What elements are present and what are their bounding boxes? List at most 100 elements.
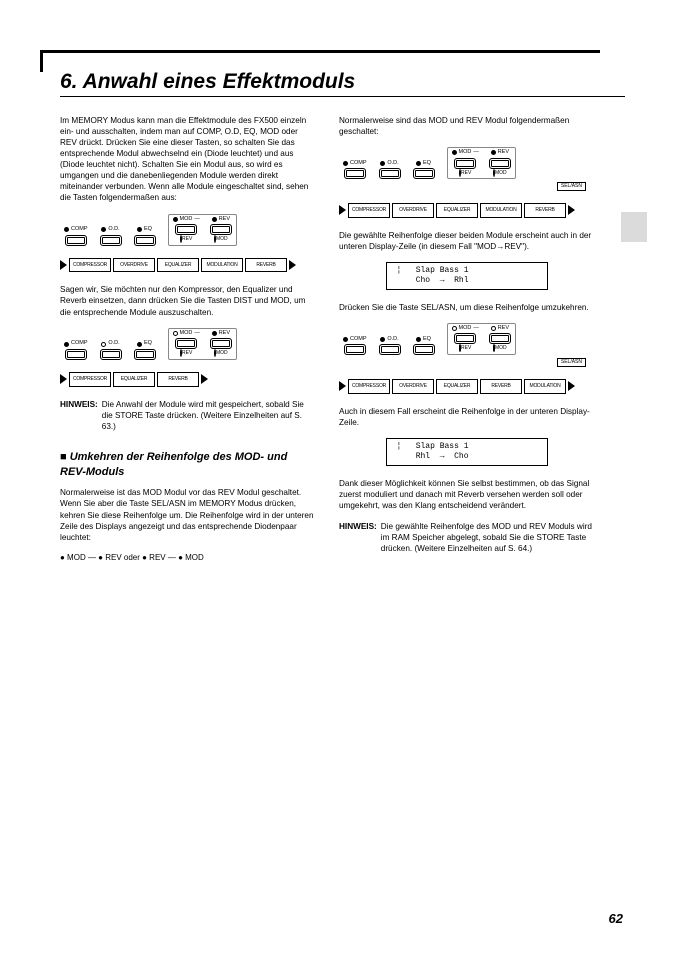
- chain-box: EQUALIZER: [436, 379, 478, 394]
- chain-box: REVERB: [480, 379, 522, 394]
- panel-button: [379, 168, 401, 179]
- btn-label: COMP: [350, 160, 367, 167]
- arrow-icon: [289, 260, 296, 270]
- page-number: 62: [609, 911, 623, 926]
- btn-label: O.D.: [108, 226, 119, 233]
- signal-chain-1: COMPRESSOR OVERDRIVE EQUALIZER MODULATIO…: [60, 258, 315, 273]
- chain-box: MODULATION: [480, 203, 522, 218]
- panel-button: [134, 235, 156, 246]
- left-column: Im MEMORY Modus kann man die Effektmodul…: [60, 115, 315, 574]
- btn-sublabel: MOD: [495, 345, 507, 351]
- btn-label: EQ: [423, 336, 431, 343]
- panel-button: [175, 338, 197, 349]
- led-sequence: ● MOD — ● REV oder ● REV — ● MOD: [60, 553, 315, 564]
- note-text: Die Anwahl der Module wird mit gespeiche…: [102, 399, 315, 432]
- signal-chain-3: COMPRESSOR OVERDRIVE EQUALIZER MODULATIO…: [339, 203, 594, 218]
- btn-label: EQ: [144, 340, 152, 347]
- chain-box: OVERDRIVE: [113, 258, 155, 273]
- button-panel-3: COMP O.D. EQ MOD— REV REV MOD SEL/ASN: [343, 147, 594, 191]
- chain-box: REVERB: [245, 258, 287, 273]
- lcd-display-1: ¦ Slap Bass 1 Cho → Rhl: [386, 262, 548, 290]
- panel-button: [210, 338, 232, 349]
- btn-label: REV: [219, 216, 230, 223]
- chain-box: COMPRESSOR: [69, 258, 111, 273]
- btn-label: O.D.: [387, 160, 398, 167]
- note-label: HINWEIS:: [339, 521, 377, 554]
- btn-label: O.D.: [108, 340, 119, 347]
- chain-box: COMPRESSOR: [348, 203, 390, 218]
- panel-button: [65, 235, 87, 246]
- right-column: Normalerweise sind das MOD und REV Modul…: [339, 115, 594, 574]
- panel-button: [454, 158, 476, 169]
- chain-box: OVERDRIVE: [392, 379, 434, 394]
- chain-box: REVERB: [524, 203, 566, 218]
- chain-box: EQUALIZER: [113, 372, 155, 387]
- note-label: HINWEIS:: [60, 399, 98, 432]
- button-panel-2: COMP O.D. EQ MOD— REV REV MOD: [64, 328, 315, 360]
- para: Die gewählte Reihenfolge dieser beiden M…: [339, 230, 594, 252]
- selasn-box: SEL/ASN: [557, 182, 586, 191]
- para: Drücken Sie die Taste SEL/ASN, um diese …: [339, 302, 594, 313]
- arrow-icon: [201, 374, 208, 384]
- btn-label: MOD: [180, 216, 193, 223]
- button-panel-4: COMP O.D. EQ MOD— REV REV MOD SEL/ASN: [343, 323, 594, 367]
- btn-label: MOD: [459, 149, 472, 156]
- btn-label: COMP: [71, 340, 88, 347]
- lcd-display-2: ¦ Slap Bass 1 Rhl → Cho: [386, 438, 548, 466]
- chain-box: REVERB: [157, 372, 199, 387]
- note-text: Die gewählte Reihenfolge des MOD und REV…: [381, 521, 594, 554]
- arrow-icon: [568, 381, 575, 391]
- panel-button: [413, 168, 435, 179]
- panel-button: [100, 235, 122, 246]
- panel-button: [413, 344, 435, 355]
- button-panel-1: COMP O.D. EQ MOD— REV REV MOD: [64, 214, 315, 246]
- para: Sagen wir, Sie möchten nur den Kompresso…: [60, 284, 315, 317]
- btn-label: COMP: [350, 336, 367, 343]
- btn-label: REV: [498, 149, 509, 156]
- panel-button: [210, 224, 232, 235]
- para: Im MEMORY Modus kann man die Effektmodul…: [60, 115, 315, 204]
- panel-button: [134, 349, 156, 360]
- btn-label: REV: [498, 325, 509, 332]
- panel-button: [100, 349, 122, 360]
- signal-chain-2: COMPRESSOR EQUALIZER REVERB: [60, 372, 315, 387]
- columns: Im MEMORY Modus kann man die Effektmodul…: [60, 115, 625, 574]
- para: Dank dieser Möglichkeit können Sie selbs…: [339, 478, 594, 511]
- arrow-icon: [339, 205, 346, 215]
- btn-sublabel: MOD: [216, 236, 228, 242]
- btn-sublabel: MOD: [216, 350, 228, 356]
- chain-box: EQUALIZER: [436, 203, 478, 218]
- panel-button: [489, 333, 511, 344]
- btn-label: EQ: [423, 160, 431, 167]
- panel-button: [454, 333, 476, 344]
- btn-label: MOD: [180, 330, 193, 337]
- btn-sublabel: MOD: [495, 170, 507, 176]
- panel-button: [379, 344, 401, 355]
- btn-sublabel: REV: [182, 350, 192, 356]
- arrow-icon: [60, 374, 67, 384]
- btn-sublabel: REV: [182, 236, 192, 242]
- para: Normalerweise ist das MOD Modul vor das …: [60, 487, 315, 542]
- chain-box: COMPRESSOR: [348, 379, 390, 394]
- para: Normalerweise sind das MOD und REV Modul…: [339, 115, 594, 137]
- subheading: Umkehren der Reihenfolge des MOD- und RE…: [60, 450, 315, 480]
- arrow-icon: [568, 205, 575, 215]
- btn-label: COMP: [71, 226, 88, 233]
- panel-button: [65, 349, 87, 360]
- signal-chain-4: COMPRESSOR OVERDRIVE EQUALIZER REVERB MO…: [339, 379, 594, 394]
- btn-label: REV: [219, 330, 230, 337]
- chain-box: COMPRESSOR: [69, 372, 111, 387]
- page-title: 6. Anwahl eines Effektmoduls: [60, 70, 625, 97]
- panel-button: [489, 158, 511, 169]
- arrow-icon: [339, 381, 346, 391]
- selasn-box: SEL/ASN: [557, 358, 586, 367]
- btn-sublabel: REV: [461, 345, 471, 351]
- chain-box: MODULATION: [524, 379, 566, 394]
- chain-box: OVERDRIVE: [392, 203, 434, 218]
- panel-button: [175, 224, 197, 235]
- panel-button: [344, 344, 366, 355]
- scan-artifact: [621, 212, 647, 242]
- btn-sublabel: REV: [461, 170, 471, 176]
- page-frame: [40, 50, 600, 65]
- arrow-icon: [60, 260, 67, 270]
